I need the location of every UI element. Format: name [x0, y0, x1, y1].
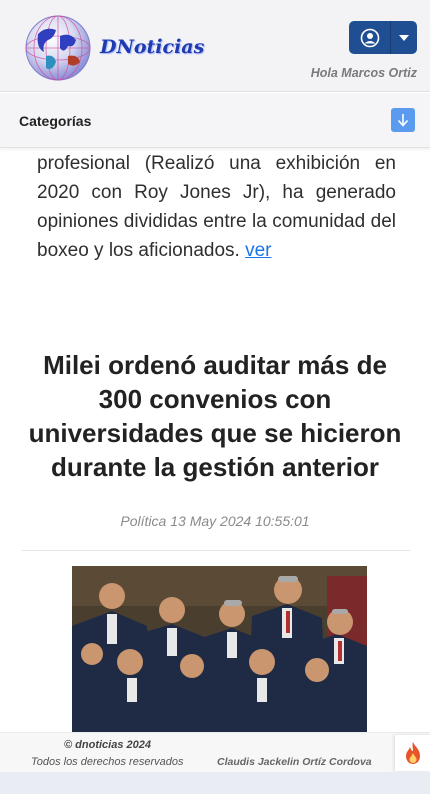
arrow-down-icon	[397, 114, 409, 127]
fire-button[interactable]	[395, 735, 430, 771]
bottom-bar	[0, 772, 430, 794]
globe-logo-icon[interactable]	[24, 14, 92, 82]
fire-icon	[405, 742, 420, 764]
categories-label: Categorías	[19, 113, 92, 129]
footer: © dnoticias 2024 Todos los derechos rese…	[0, 732, 430, 772]
page: que también incluye a Adam Sandler, Marg…	[0, 0, 430, 794]
footer-author: Claudis Jackelin Ortíz Cordova	[217, 756, 372, 768]
user-dropdown-toggle[interactable]	[390, 21, 417, 54]
caret-down-icon	[399, 34, 409, 41]
article-photo[interactable]	[72, 566, 367, 732]
article-title[interactable]: Milei ordenó auditar más de 300 convenio…	[24, 348, 406, 484]
divider	[22, 550, 410, 551]
footer-rights: Todos los derechos reservados	[31, 756, 184, 768]
categories-bar: Categorías	[0, 93, 430, 148]
read-more-link[interactable]: ver	[245, 240, 271, 261]
categories-toggle-button[interactable]	[391, 108, 415, 132]
app-header: DNoticias Hola Marcos Ortiz	[0, 0, 430, 92]
article-category: Política	[120, 513, 171, 529]
user-button[interactable]	[349, 21, 390, 54]
user-greeting: Hola Marcos Ortiz	[310, 66, 417, 80]
article-date: 13 May 2024 10:55:01	[170, 513, 310, 529]
footer-copyright: © dnoticias 2024	[64, 739, 151, 751]
article-meta: Política 13 May 2024 10:55:01	[0, 513, 430, 529]
user-menu	[349, 21, 417, 54]
brand-name[interactable]: DNoticias	[100, 36, 204, 58]
news-feed[interactable]: que también incluye a Adam Sandler, Marg…	[0, 92, 430, 732]
user-circle-icon	[360, 28, 379, 47]
